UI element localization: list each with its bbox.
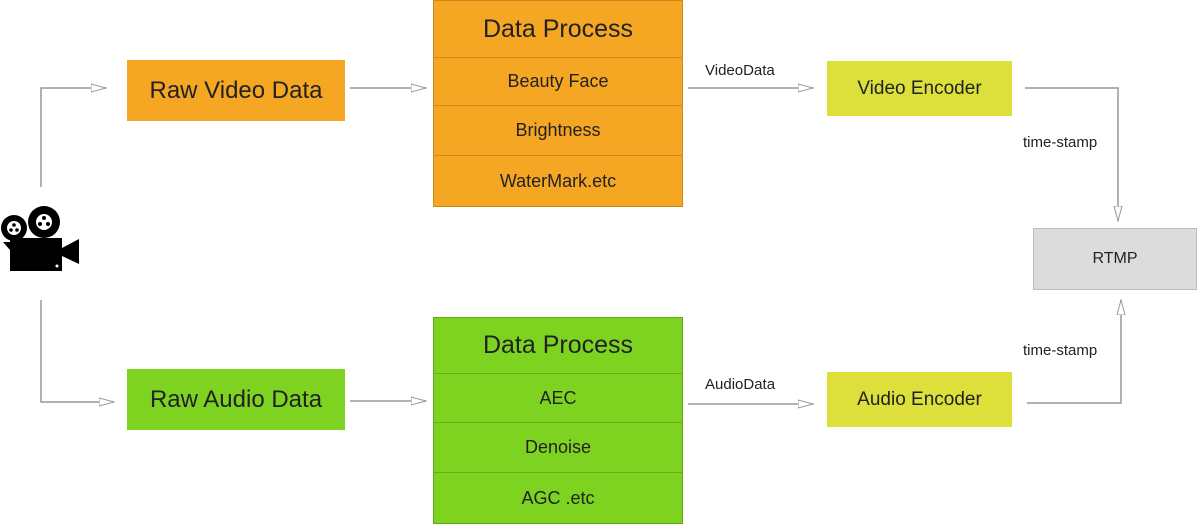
video-process-step: Beauty Face: [434, 58, 682, 106]
video-process-title: Data Process: [434, 1, 682, 58]
audio-timestamp-label: time-stamp: [1023, 342, 1098, 359]
audio-process-step: AEC: [434, 374, 682, 423]
audio-process-step: AGC .etc: [521, 487, 595, 508]
rtmp-node: RTMP: [1033, 228, 1197, 290]
audio-data-label: AudioData: [705, 376, 776, 393]
video-encoder-to-rtmp-arrow: [1025, 87, 1118, 221]
camera-to-raw-video-arrow: [40, 88, 106, 187]
video-timestamp-label: time-stamp: [1023, 134, 1098, 151]
video-encoder-node: Video Encoder: [827, 61, 1012, 116]
audio-process-step: Denoise: [434, 423, 682, 473]
raw-video-data-node: Raw Video Data: [127, 60, 345, 121]
video-data-process-node: Data Process Beauty Face Brightness Wate…: [433, 0, 683, 207]
audio-process-title: Data Process: [434, 318, 682, 374]
raw-audio-data-node: Raw Audio Data: [127, 369, 345, 430]
camera-to-raw-audio-arrow: [40, 300, 114, 402]
video-process-step: WaterMark.etc: [499, 170, 617, 191]
video-process-step: Brightness: [434, 106, 682, 156]
audio-data-process-node: Data Process AEC Denoise AGC .etc: [433, 317, 683, 524]
audio-encoder-node: Audio Encoder: [827, 372, 1012, 427]
video-data-label: VideoData: [705, 62, 775, 79]
movie-camera-icon: [0, 206, 82, 274]
